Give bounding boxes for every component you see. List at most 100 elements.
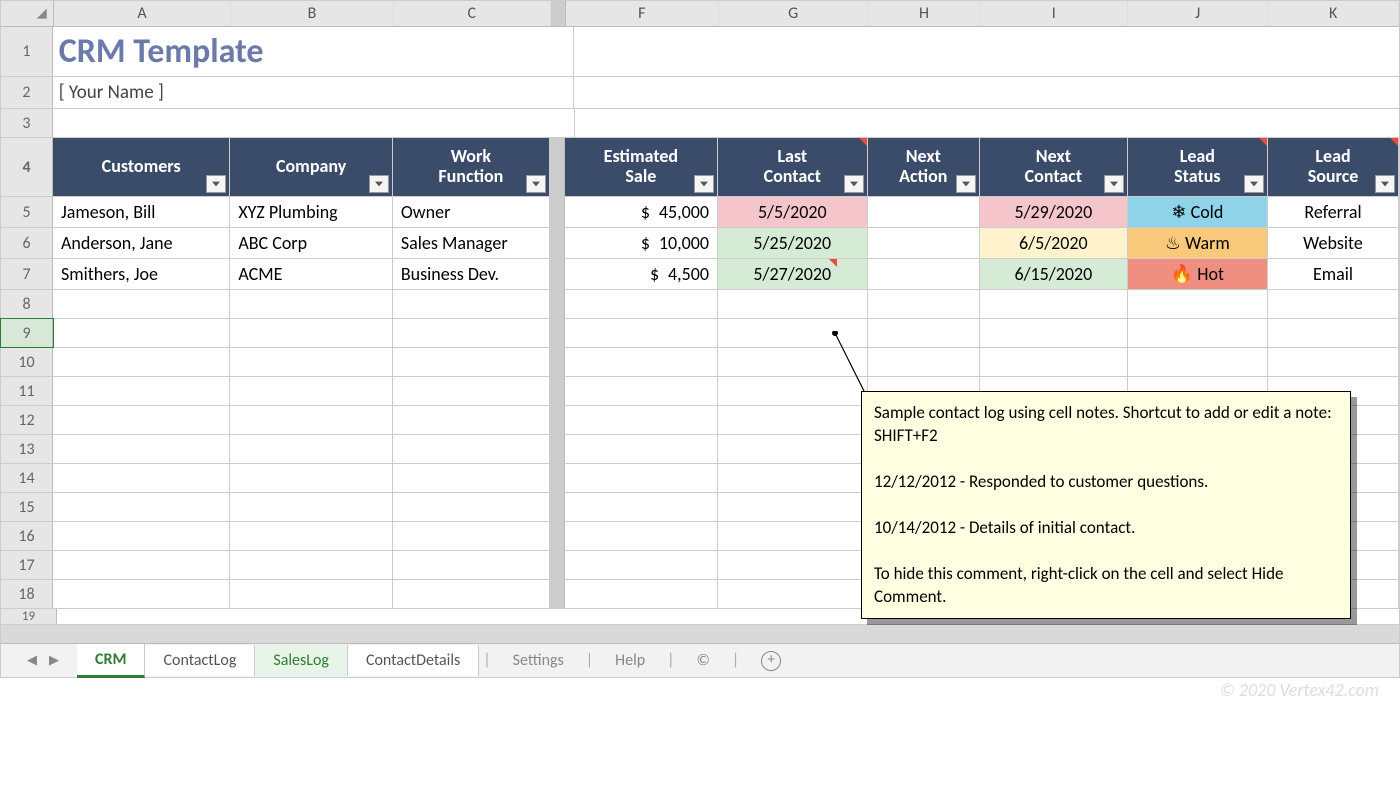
hdr-last-contact[interactable]: Last Contact xyxy=(718,138,868,196)
tab-settings[interactable]: Settings xyxy=(495,645,582,676)
row-header-1[interactable]: 1 xyxy=(1,27,53,76)
comment-line: Sample contact log using cell notes. Sho… xyxy=(874,402,1338,448)
row-header-3[interactable]: 3 xyxy=(1,109,53,137)
cell-company[interactable]: ABC Corp xyxy=(230,228,393,258)
row-header-9[interactable]: 9 xyxy=(1,319,53,347)
cell-company[interactable]: XYZ Plumbing xyxy=(230,197,393,227)
cell-comment-popup[interactable]: Sample contact log using cell notes. Sho… xyxy=(861,391,1351,619)
cell-customer[interactable]: Anderson, Jane xyxy=(53,228,230,258)
hdr-customers-label: Customers xyxy=(102,157,181,177)
cell-lead-status[interactable]: ♨ Warm xyxy=(1128,228,1268,258)
filter-dropdown-icon[interactable] xyxy=(369,175,389,193)
cell-lead-source[interactable]: Referral xyxy=(1268,197,1399,227)
cell-function[interactable]: Owner xyxy=(393,197,550,227)
row-header-16[interactable]: 16 xyxy=(1,522,53,550)
filter-dropdown-icon[interactable] xyxy=(844,175,864,193)
cell-lead-status[interactable]: ❄ Cold xyxy=(1128,197,1268,227)
horizontal-scrollbar[interactable] xyxy=(1,625,1399,643)
filter-dropdown-icon[interactable] xyxy=(956,175,976,193)
row-header-15[interactable]: 15 xyxy=(1,493,53,521)
filter-dropdown-icon[interactable] xyxy=(694,175,714,193)
table-row: 5 Jameson, Bill XYZ Plumbing Owner $45,0… xyxy=(1,197,1399,228)
col-header-J[interactable]: J xyxy=(1128,1,1268,26)
cell-next-action[interactable] xyxy=(868,259,980,289)
row-header-11[interactable]: 11 xyxy=(1,377,53,405)
col-header-A[interactable]: A xyxy=(54,1,231,26)
tab-contactdetails[interactable]: ContactDetails xyxy=(348,645,479,676)
row-9: 9 xyxy=(1,319,1399,348)
cell-next-contact[interactable]: 6/15/2020 xyxy=(980,259,1128,289)
filter-dropdown-icon[interactable] xyxy=(1375,175,1395,193)
row-header-14[interactable]: 14 xyxy=(1,464,53,492)
cell-customer[interactable]: Jameson, Bill xyxy=(53,197,230,227)
col-header-F[interactable]: F xyxy=(566,1,719,26)
col-header-G[interactable]: G xyxy=(719,1,868,26)
cell-customer[interactable]: Smithers, Joe xyxy=(53,259,230,289)
row-header-13[interactable]: 13 xyxy=(1,435,53,463)
hdr-company[interactable]: Company xyxy=(230,138,393,196)
watermark: © 2020 Vertex42.com xyxy=(1220,679,1379,701)
select-all-corner[interactable]: ◢ xyxy=(1,1,54,26)
hdr-lead-status[interactable]: Lead Status xyxy=(1128,138,1268,196)
row-header-19[interactable]: 19 xyxy=(1,609,57,624)
hdr-work-function[interactable]: Work Function xyxy=(393,138,550,196)
col-header-I[interactable]: I xyxy=(980,1,1128,26)
cell-next-contact[interactable]: 5/29/2020 xyxy=(980,197,1128,227)
hdr-estimated-sale[interactable]: Estimated Sale xyxy=(565,138,718,196)
subtitle-cell[interactable]: [ Your Name ] xyxy=(53,77,560,108)
tab-copyright[interactable]: © xyxy=(679,645,728,676)
hdr-customers[interactable]: Customers xyxy=(53,138,230,196)
row-header-12[interactable]: 12 xyxy=(1,406,53,434)
row-header-8[interactable]: 8 xyxy=(1,290,53,318)
row-header-5[interactable]: 5 xyxy=(1,197,53,227)
tab-saleslog[interactable]: SalesLog xyxy=(255,645,348,676)
hidden-cols-DE[interactable] xyxy=(551,1,566,26)
sheet-tab-bar: ◀▶ CRM ContactLog SalesLog ContactDetail… xyxy=(1,643,1399,677)
hdr-next-contact[interactable]: Next Contact xyxy=(980,138,1128,196)
cell-next-contact[interactable]: 6/5/2020 xyxy=(980,228,1128,258)
steam-icon: ♨ xyxy=(1165,232,1181,254)
row-header-18[interactable]: 18 xyxy=(1,580,53,608)
chevron-right-icon[interactable]: ▶ xyxy=(49,653,59,668)
tab-help[interactable]: Help xyxy=(597,645,663,676)
cell-lead-source[interactable]: Website xyxy=(1268,228,1399,258)
note-indicator-icon[interactable] xyxy=(829,259,837,267)
chevron-left-icon[interactable]: ◀ xyxy=(27,653,37,668)
tab-nav-arrows[interactable]: ◀▶ xyxy=(9,653,77,668)
row-header-7[interactable]: 7 xyxy=(1,259,53,289)
cell-last-contact[interactable]: 5/27/2020 xyxy=(718,259,868,289)
filter-dropdown-icon[interactable] xyxy=(1104,175,1124,193)
row-header-17[interactable]: 17 xyxy=(1,551,53,579)
hdr-next-action[interactable]: Next Action xyxy=(868,138,980,196)
row-header-6[interactable]: 6 xyxy=(1,228,53,258)
tab-contactlog[interactable]: ContactLog xyxy=(145,645,255,676)
tab-crm[interactable]: CRM xyxy=(77,644,145,678)
cell-function[interactable]: Sales Manager xyxy=(393,228,550,258)
title-cell[interactable]: CRM Template xyxy=(53,27,560,76)
cell-company[interactable]: ACME xyxy=(230,259,393,289)
column-header-row: ◢ A B C F G H I J K xyxy=(1,1,1399,27)
cell-sale[interactable]: $45,000 xyxy=(565,197,718,227)
col-header-K[interactable]: K xyxy=(1268,1,1399,26)
filter-dropdown-icon[interactable] xyxy=(526,175,546,193)
row-header-4[interactable]: 4 xyxy=(1,138,53,196)
cell-lead-status[interactable]: 🔥 Hot xyxy=(1128,259,1268,289)
filter-dropdown-icon[interactable] xyxy=(1244,175,1264,193)
filter-dropdown-icon[interactable] xyxy=(206,175,226,193)
row-header-2[interactable]: 2 xyxy=(1,77,53,108)
cell-sale[interactable]: $10,000 xyxy=(565,228,718,258)
col-header-H[interactable]: H xyxy=(868,1,980,26)
col-header-B[interactable]: B xyxy=(231,1,394,26)
cell-sale[interactable]: $4,500 xyxy=(565,259,718,289)
cell-last-contact[interactable]: 5/5/2020 xyxy=(718,197,868,227)
cell-last-contact[interactable]: 5/25/2020 xyxy=(718,228,868,258)
new-sheet-button[interactable]: + xyxy=(743,644,799,677)
cell-lead-source[interactable]: Email xyxy=(1268,259,1399,289)
row-3: 3 xyxy=(1,109,1399,138)
col-header-C[interactable]: C xyxy=(394,1,551,26)
cell-function[interactable]: Business Dev. xyxy=(393,259,550,289)
row-header-10[interactable]: 10 xyxy=(1,348,53,376)
cell-next-action[interactable] xyxy=(868,197,980,227)
cell-next-action[interactable] xyxy=(868,228,980,258)
hdr-lead-source[interactable]: Lead Source xyxy=(1268,138,1399,196)
